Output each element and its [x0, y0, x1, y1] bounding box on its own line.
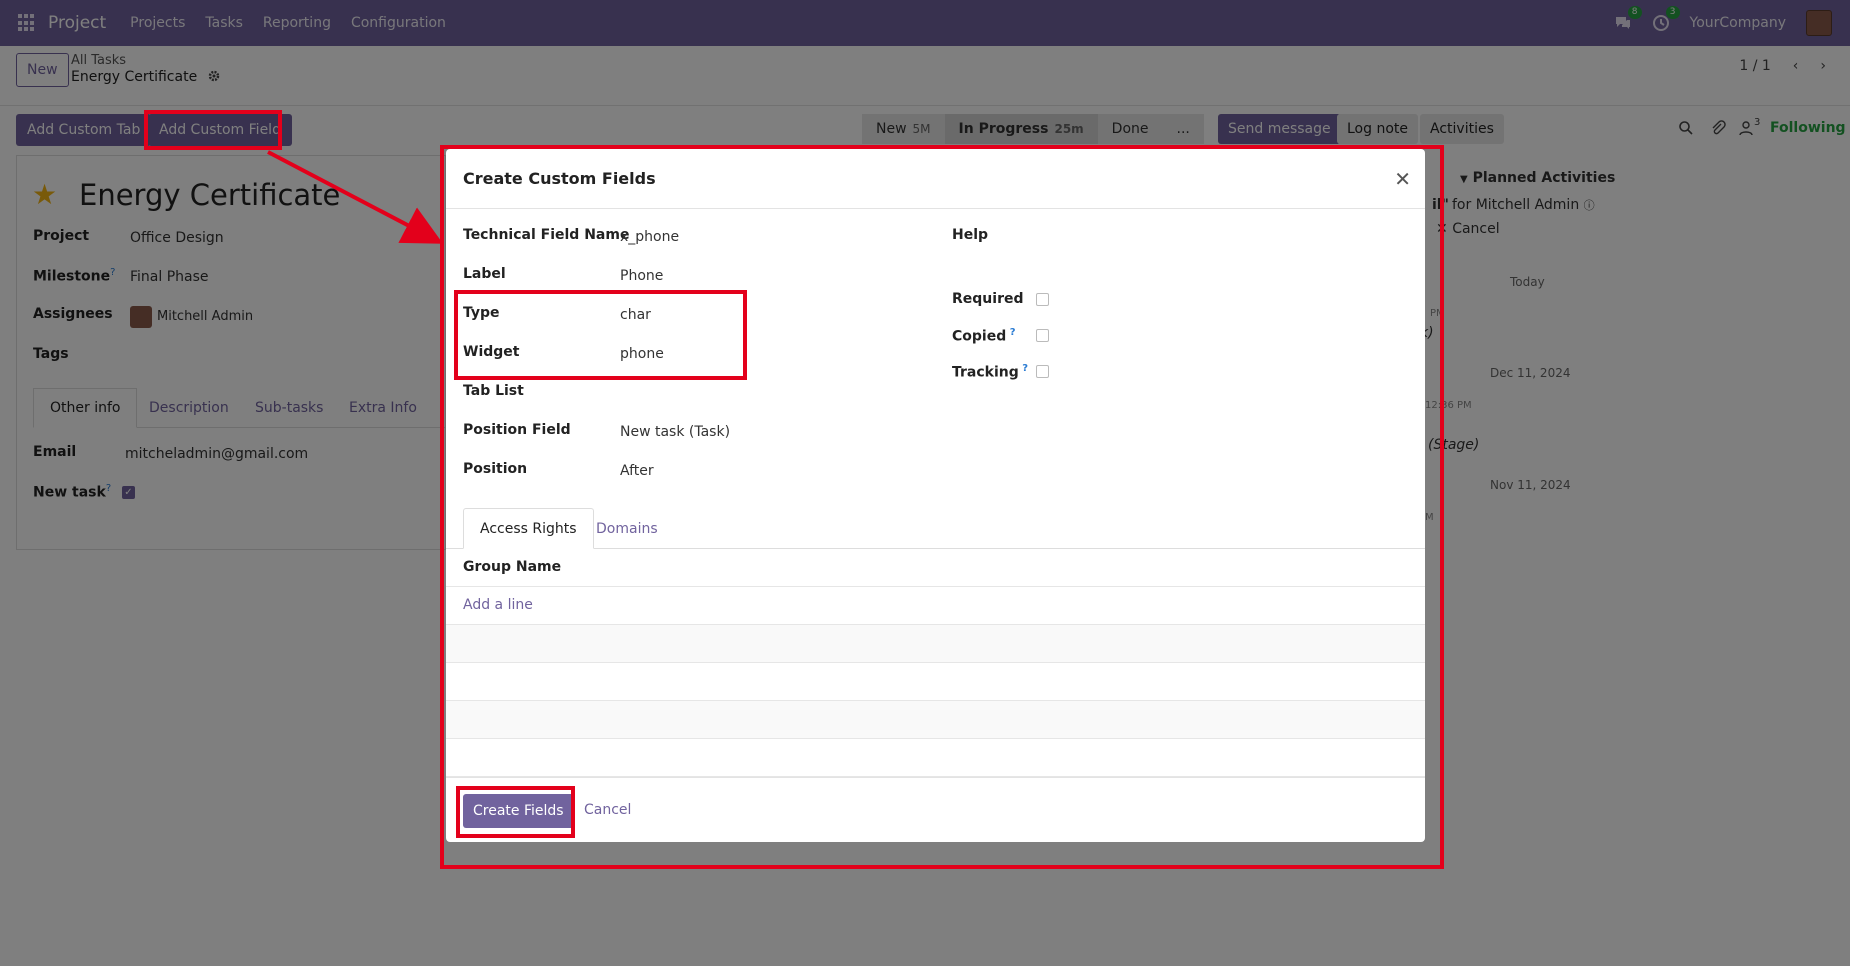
annotation-arrow: [267, 150, 444, 244]
